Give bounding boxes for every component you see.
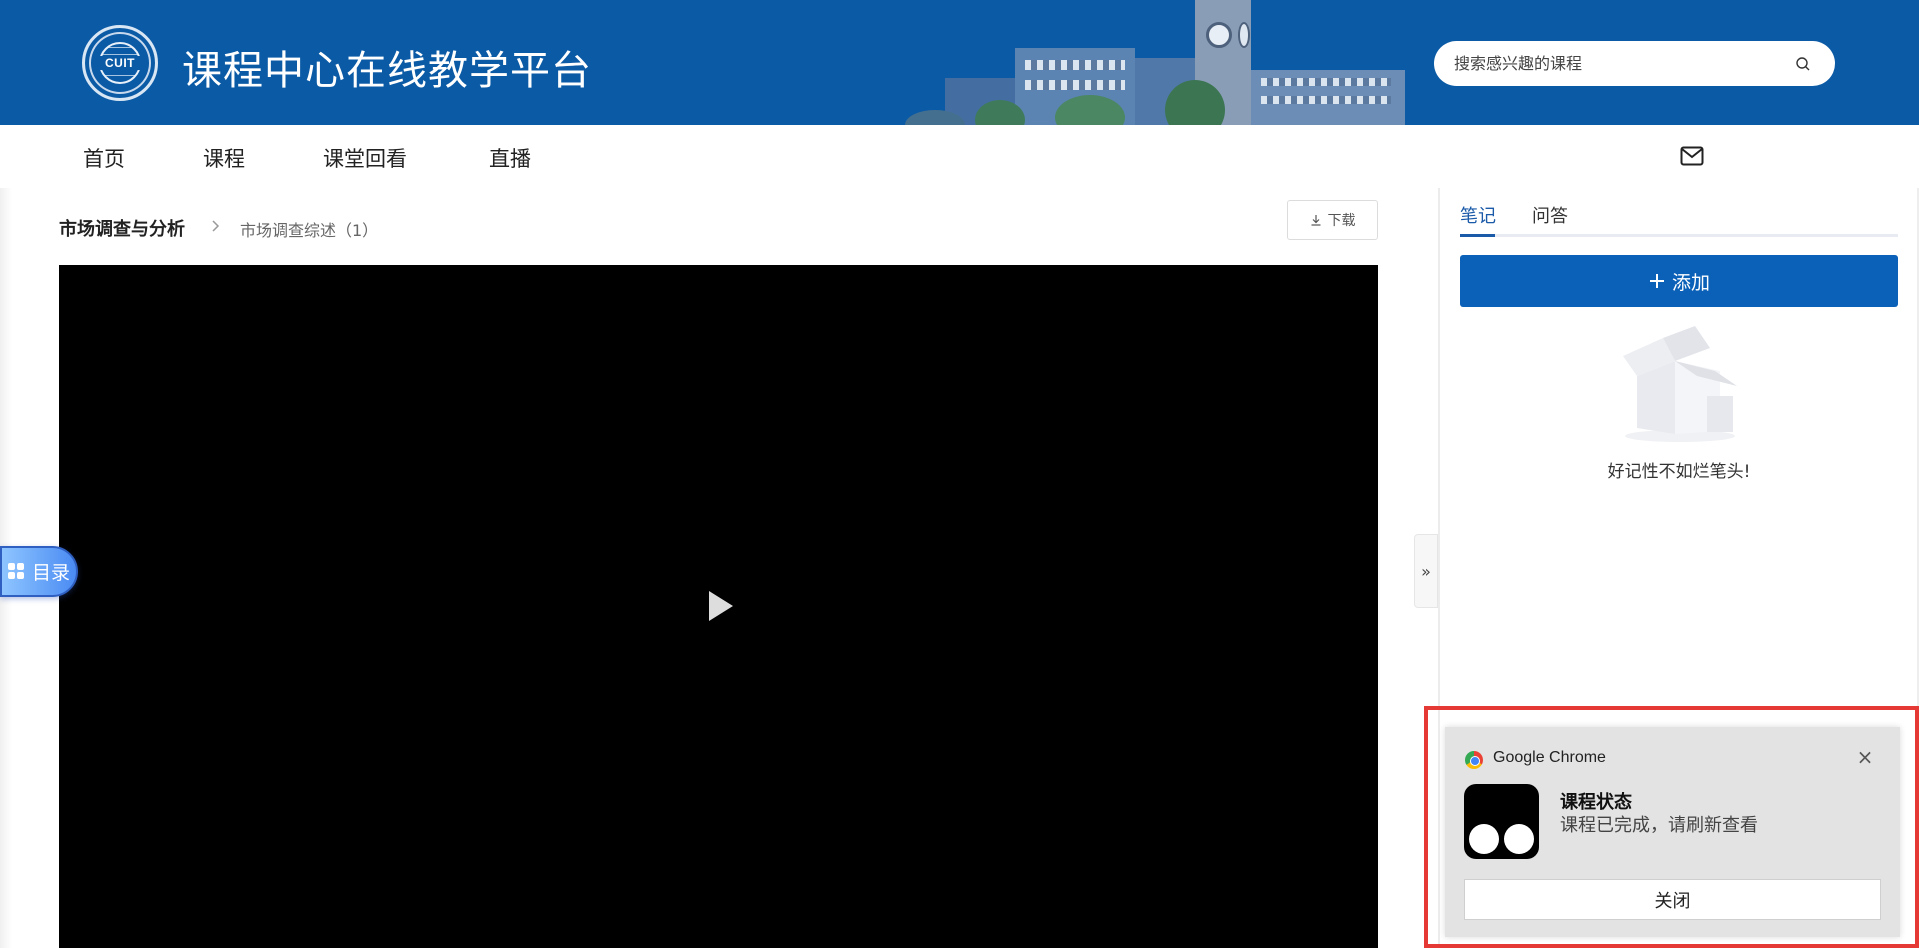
catalog-label: 目录: [32, 562, 71, 584]
notification-close-button[interactable]: 关闭: [1464, 879, 1881, 920]
main-nav: 首页 课程 课堂回看 直播: [0, 125, 1919, 188]
video-player[interactable]: [59, 265, 1378, 948]
tab-qa[interactable]: 问答: [1532, 202, 1568, 228]
logo-text: CUIT: [95, 56, 145, 70]
breadcrumb-lesson: 市场调查综述（1）: [240, 221, 379, 240]
chrome-icon: [1465, 751, 1483, 769]
search-icon[interactable]: [1796, 57, 1810, 71]
site-title[interactable]: 课程中心在线教学平台: [182, 38, 592, 96]
notification-app-icon: [1464, 784, 1539, 859]
collapse-panel-button[interactable]: »: [1414, 534, 1438, 608]
search-input[interactable]: [1454, 51, 1784, 75]
search-box[interactable]: [1434, 41, 1835, 86]
university-logo[interactable]: CUIT: [82, 25, 158, 101]
play-icon[interactable]: [709, 591, 733, 621]
tab-track: [1460, 234, 1898, 237]
nav-item-replay[interactable]: 课堂回看: [323, 143, 407, 173]
download-button[interactable]: 下载: [1287, 200, 1378, 240]
header-banner: CUIT 课程中心在线教学平台: [0, 0, 1919, 125]
notification-body: 课程已完成，请刷新查看: [1560, 815, 1758, 836]
tab-active-indicator: [1460, 234, 1495, 237]
nav-item-live[interactable]: 直播: [489, 143, 531, 173]
tab-notes[interactable]: 笔记: [1460, 202, 1496, 228]
add-note-button[interactable]: 添加: [1460, 255, 1898, 307]
chrome-notification[interactable]: Google Chrome × 课程状态 课程已完成，请刷新查看 关闭: [1445, 727, 1900, 937]
nav-item-courses[interactable]: 课程: [203, 143, 245, 173]
catalog-button[interactable]: 目录: [0, 546, 78, 597]
add-note-label: 添加: [1671, 271, 1710, 294]
empty-box-icon: [1623, 326, 1737, 442]
download-label: 下载: [1327, 213, 1356, 229]
plus-icon: [1649, 274, 1664, 288]
grid-icon: [8, 562, 26, 581]
double-chevron-right-icon: »: [1421, 561, 1431, 581]
breadcrumb-course[interactable]: 市场调查与分析: [59, 215, 185, 241]
mail-icon[interactable]: [1680, 146, 1704, 166]
clock-icon: [1206, 22, 1232, 48]
notification-app-name: Google Chrome: [1493, 749, 1606, 766]
close-icon[interactable]: ×: [1855, 745, 1875, 769]
campus-photo: [885, 0, 1405, 125]
nav-item-home[interactable]: 首页: [83, 143, 125, 173]
chevron-right-icon: [212, 220, 220, 232]
download-icon: [1311, 215, 1320, 226]
empty-message: 好记性不如烂笔头!: [1607, 462, 1751, 482]
